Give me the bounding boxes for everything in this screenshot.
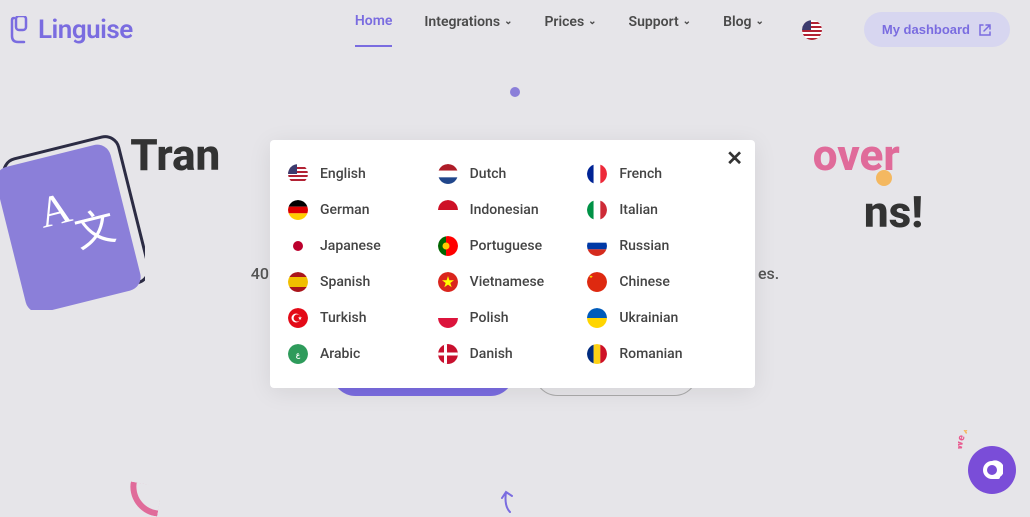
lang-item-arabic[interactable]: ع Arabic <box>288 344 438 364</box>
lang-item-japanese[interactable]: Japanese <box>288 236 438 256</box>
lang-label: German <box>320 202 370 218</box>
lang-item-dutch[interactable]: Dutch <box>438 164 588 184</box>
external-link-icon <box>978 23 992 37</box>
logo-icon <box>10 16 32 44</box>
lang-item-vietnamese[interactable]: Vietnamese <box>438 272 588 292</box>
chevron-down-icon: ⌄ <box>755 16 763 27</box>
nav-blog[interactable]: Blog ⌄ <box>723 14 764 46</box>
nav-home[interactable]: Home <box>355 13 393 47</box>
lang-label: Danish <box>470 346 513 362</box>
flag-icon-english <box>288 164 308 184</box>
lang-item-ukrainian[interactable]: Ukrainian <box>587 308 737 328</box>
flag-icon-german <box>288 200 308 220</box>
flag-icon-vietnamese <box>438 272 458 292</box>
nav-blog-label: Blog <box>723 14 751 30</box>
lang-item-indonesian[interactable]: Indonesian <box>438 200 588 220</box>
nav-prices[interactable]: Prices ⌄ <box>544 14 596 46</box>
lang-item-polish[interactable]: Polish <box>438 308 588 328</box>
language-modal: ✕ English Dutch French German Indonesian Ital… <box>270 140 755 388</box>
flag-icon-romanian <box>587 344 607 364</box>
lang-item-english[interactable]: English <box>288 164 438 184</box>
sub1-post: es. <box>758 264 779 283</box>
flag-icon-french <box>587 164 607 184</box>
flag-icon-turkish <box>288 308 308 328</box>
lang-label: Italian <box>619 202 658 218</box>
lang-label: Vietnamese <box>470 274 545 290</box>
language-grid: English Dutch French German Indonesian Italia… <box>288 164 737 364</box>
language-flag-icon[interactable] <box>802 20 822 40</box>
hero-line1-post: over <box>813 129 900 181</box>
hero-line2-post: ns! <box>864 186 923 238</box>
chat-bubble-icon <box>968 446 1016 494</box>
lang-label: Romanian <box>619 346 682 362</box>
flag-icon-ukrainian <box>587 308 607 328</box>
flag-icon-portuguese <box>438 236 458 256</box>
close-icon[interactable]: ✕ <box>726 146 743 170</box>
lang-item-italian[interactable]: Italian <box>587 200 737 220</box>
flag-icon-polish <box>438 308 458 328</box>
nav-support-label: Support <box>629 14 679 30</box>
logo-text: Linguise <box>38 15 133 45</box>
nav: Home Integrations ⌄ Prices ⌄ Support ⌄ Blog… <box>355 12 1010 47</box>
dashboard-button[interactable]: My dashboard <box>864 12 1010 47</box>
lang-label: Dutch <box>470 166 507 182</box>
chevron-down-icon: ⌄ <box>588 16 596 27</box>
dashboard-label: My dashboard <box>882 22 970 37</box>
lang-label: Chinese <box>619 274 669 290</box>
lang-item-danish[interactable]: Danish <box>438 344 588 364</box>
flag-icon-dutch <box>438 164 458 184</box>
flag-icon-italian <box>587 200 607 220</box>
lang-label: Polish <box>470 310 509 326</box>
nav-support[interactable]: Support ⌄ <box>629 14 692 46</box>
lang-item-portuguese[interactable]: Portuguese <box>438 236 588 256</box>
decor-pink-shape <box>126 481 163 516</box>
lang-label: Arabic <box>320 346 360 362</box>
lang-item-turkish[interactable]: Turkish <box>288 308 438 328</box>
lang-label: Portuguese <box>470 238 542 254</box>
flag-icon-russian <box>587 236 607 256</box>
nav-integrations[interactable]: Integrations ⌄ <box>424 14 512 46</box>
lang-label: French <box>619 166 662 182</box>
lang-label: Spanish <box>320 274 370 290</box>
chat-widget[interactable]: We Are Here! <box>964 438 1020 494</box>
lang-item-chinese[interactable]: Chinese <box>587 272 737 292</box>
flag-icon-indonesian <box>438 200 458 220</box>
decor-purple-dot <box>510 87 520 97</box>
sub1-pre: 40 <box>251 264 269 283</box>
chevron-down-icon: ⌄ <box>683 16 691 27</box>
chevron-down-icon: ⌄ <box>504 16 512 27</box>
lang-item-german[interactable]: German <box>288 200 438 220</box>
lang-label: Russian <box>619 238 669 254</box>
lang-label: Japanese <box>320 238 381 254</box>
decor-arrow-icon <box>498 480 522 514</box>
lang-label: English <box>320 166 366 182</box>
lang-label: Ukrainian <box>619 310 678 326</box>
lang-label: Indonesian <box>470 202 539 218</box>
lang-item-russian[interactable]: Russian <box>587 236 737 256</box>
flag-icon-arabic: ع <box>288 344 308 364</box>
flag-icon-danish <box>438 344 458 364</box>
flag-icon-spanish <box>288 272 308 292</box>
lang-item-spanish[interactable]: Spanish <box>288 272 438 292</box>
lang-item-french[interactable]: French <box>587 164 737 184</box>
logo[interactable]: Linguise <box>10 15 133 45</box>
nav-prices-label: Prices <box>544 14 584 30</box>
nav-integrations-label: Integrations <box>424 14 500 30</box>
lang-label: Turkish <box>320 310 367 326</box>
header: Linguise Home Integrations ⌄ Prices ⌄ Supp… <box>0 0 1030 47</box>
flag-icon-chinese <box>587 272 607 292</box>
hero-line1-pre: Tran <box>130 129 220 181</box>
lang-item-romanian[interactable]: Romanian <box>587 344 737 364</box>
flag-icon-japanese <box>288 236 308 256</box>
